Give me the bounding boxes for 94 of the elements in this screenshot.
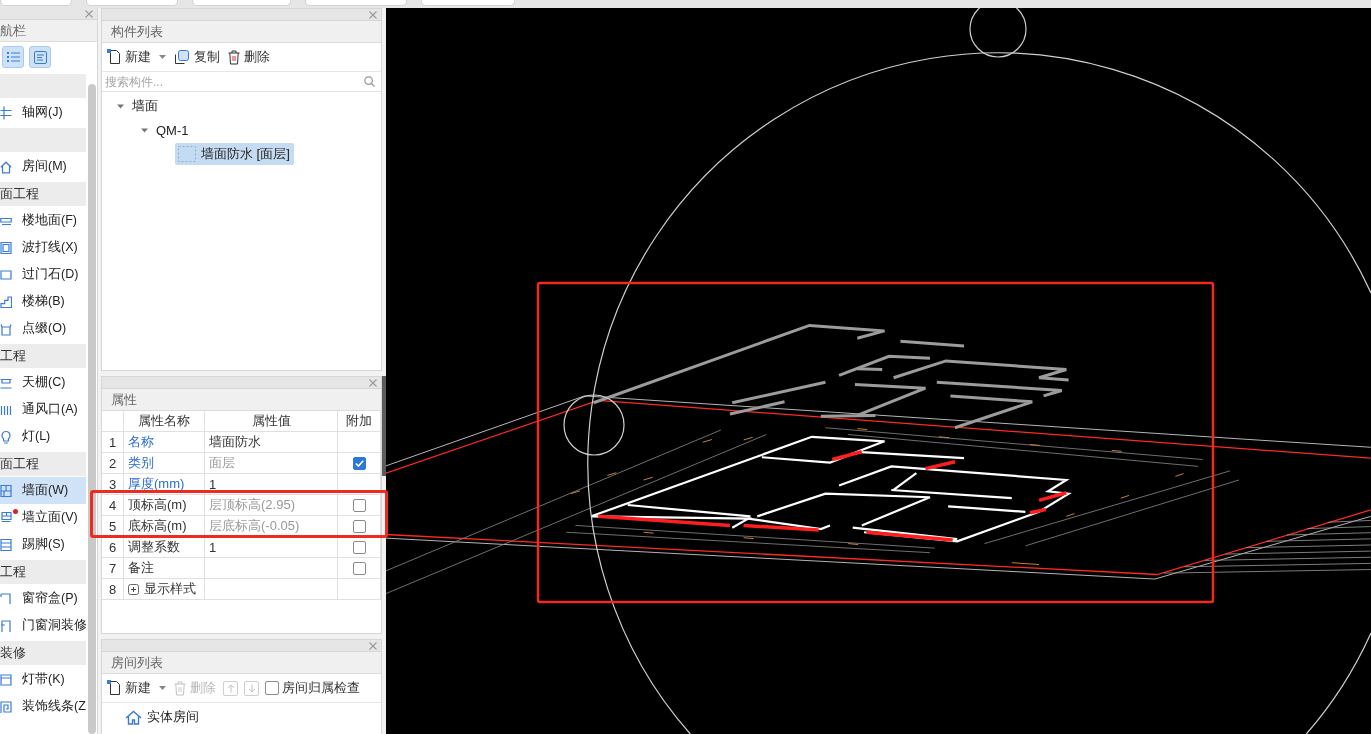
property-value: 1 [205,474,338,495]
door-frame-icon [0,618,12,633]
property-value: 层底标高(-0.05) [205,516,338,537]
checkbox-label: 房间归属检查 [282,679,360,697]
brick-icon [0,483,12,498]
dashed-square-icon [178,146,196,162]
property-name: 备注 [124,558,205,579]
column-header: 附加 [338,411,381,432]
spiral-icon [0,699,12,714]
trash-icon [174,680,186,696]
column-header: 属性值 [205,411,338,432]
group-title: 面工程 [0,455,39,473]
panel-title: 房间列表 [111,653,163,672]
group-title: 装修 [0,644,26,662]
checkbox[interactable] [352,561,366,575]
splitter-handle[interactable] [382,376,386,476]
view-toggle-button[interactable] [2,46,24,68]
close-icon[interactable] [85,9,93,18]
new-button[interactable]: 新建 [106,46,152,68]
copy-icon [174,49,190,65]
stairs-icon [0,294,12,309]
row-number: 2 [102,453,124,474]
orbit-handle[interactable] [969,8,1027,58]
row-number: 8 [102,579,124,600]
tree-item[interactable]: 实体房间 [122,706,203,728]
group-title: 工程 [0,563,26,581]
checkbox[interactable] [265,681,279,695]
bullet-list-icon [6,51,20,63]
property-name: 厚度(mm) [124,474,205,495]
caret-down-icon[interactable] [117,102,124,110]
brick-node-icon [0,510,12,525]
row-number: 3 [102,474,124,495]
frame-icon [0,240,12,255]
expand-icon[interactable] [128,583,139,595]
orbit-handle[interactable] [563,394,625,456]
house-icon [125,709,142,725]
property-name: 类别 [124,453,205,474]
panel-title: 航栏 [0,21,26,40]
square-icon [0,267,12,282]
panel-title: 属性 [111,390,137,409]
checkbox[interactable] [352,540,366,554]
grid-icon [0,105,12,120]
bracket-icon [0,591,12,606]
property-value: 墙面防水 [205,432,338,453]
new-button[interactable]: 新建 [106,677,152,699]
row-number: 1 [102,432,124,453]
row-number: 7 [102,558,124,579]
caret-down-icon [159,686,166,690]
close-icon[interactable] [369,10,377,19]
property-value: 层顶标高(2.95) [205,495,338,516]
house-icon [0,159,12,174]
baseboard-icon [0,537,12,552]
checkbox[interactable] [352,498,366,512]
close-icon[interactable] [369,378,377,387]
caret-down-icon[interactable] [141,126,148,134]
node-box-icon [0,321,12,336]
strip-icon [0,672,12,687]
view-toggle-button[interactable] [29,46,51,68]
panel-title: 构件列表 [111,22,163,41]
property-value: 1 [205,537,338,558]
copy-button[interactable]: 复制 [173,46,221,68]
close-icon[interactable] [369,641,377,650]
tree-item[interactable]: 墙面 [129,95,162,117]
search-icon[interactable] [364,76,375,87]
caret-down-icon [159,55,166,59]
property-name: 名称 [124,432,205,453]
trash-icon [228,49,240,65]
arrow-down-icon [247,683,256,693]
property-name: 显示样式 [144,580,196,598]
scrollbar-thumb[interactable] [87,84,96,734]
property-value: 面层 [205,453,338,474]
checkbox[interactable] [352,519,366,533]
checkmark-icon [354,459,364,467]
group-title: 工程 [0,347,26,365]
cad-canvas[interactable] [386,8,1371,734]
property-name: 底标高(m) [124,516,205,537]
column-header: 属性名称 [124,411,205,432]
property-name: 调整系数 [124,537,205,558]
property-name: 顶标高(m) [124,495,205,516]
tree-item[interactable]: 墙面防水 [面层] [175,143,294,165]
row-number: 4 [102,495,124,516]
orbit-ring[interactable] [587,52,1371,734]
text-list-icon [33,50,47,64]
arrow-up-icon [226,683,235,693]
group-title: 面工程 [0,185,39,203]
bulb-icon [0,429,12,444]
new-document-icon [107,49,121,65]
delete-button[interactable]: 删除 [227,46,271,68]
row-number: 6 [102,537,124,558]
new-document-icon [107,680,121,696]
checkbox[interactable] [352,456,366,470]
tree-item[interactable]: QM-1 [153,119,193,141]
row-number: 5 [102,516,124,537]
nav-item[interactable]: 墙面(W) [0,477,86,504]
